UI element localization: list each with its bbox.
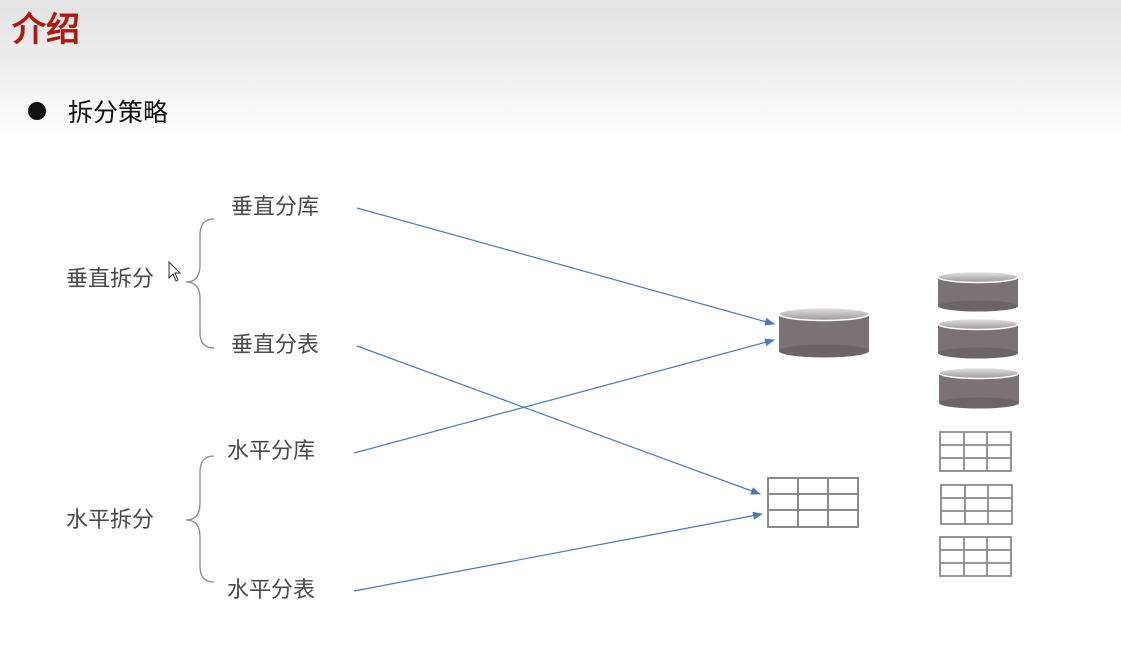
arrow-horizontal-table xyxy=(353,511,763,592)
table-icon xyxy=(939,536,1012,577)
arrow-horizontal-db xyxy=(353,338,775,454)
database-icon xyxy=(778,306,870,358)
split-strategy-diagram xyxy=(168,207,1020,592)
item-vertical-table-split: 垂直分表 xyxy=(231,333,320,358)
item-horizontal-db-split: 水平分库 xyxy=(227,439,316,464)
database-icon xyxy=(938,366,1020,409)
brace-vertical-split xyxy=(185,218,215,349)
arrow-vertical-table xyxy=(356,345,761,495)
group-label-horizontal-split: 水平拆分 xyxy=(66,508,155,533)
table-icon xyxy=(940,484,1013,525)
slide: 介绍 拆分策略 垂直拆分 垂直分库 垂直分表 水平拆分 水平分库 水平分表 xyxy=(0,0,1121,648)
mouse-cursor-icon xyxy=(168,260,182,282)
table-icon xyxy=(767,477,859,528)
item-horizontal-table-split: 水平分表 xyxy=(227,578,316,603)
table-icon xyxy=(939,431,1012,472)
database-icon xyxy=(937,317,1019,359)
group-label-vertical-split: 垂直拆分 xyxy=(66,267,155,292)
brace-horizontal-split xyxy=(185,455,215,583)
database-icon xyxy=(937,270,1019,312)
arrow-vertical-db xyxy=(356,207,775,326)
item-vertical-db-split: 垂直分库 xyxy=(231,195,320,220)
